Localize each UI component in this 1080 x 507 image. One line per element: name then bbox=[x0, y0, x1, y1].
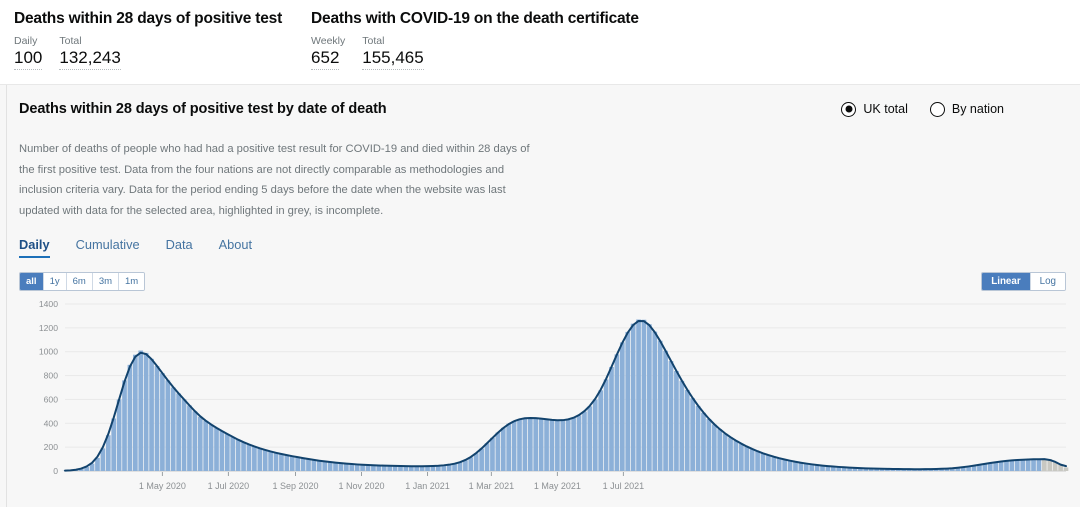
metric-figure-total: Total 155,465 bbox=[362, 35, 424, 70]
scale-button-log[interactable]: Log bbox=[1030, 273, 1065, 290]
chart-tabs: Daily Cumulative Data About bbox=[19, 237, 1066, 258]
metric-figure-value: 155,465 bbox=[362, 48, 424, 70]
svg-text:800: 800 bbox=[44, 371, 59, 381]
range-button-3m[interactable]: 3m bbox=[92, 273, 120, 290]
metric-figure-label: Total bbox=[59, 35, 82, 47]
tab-about[interactable]: About bbox=[219, 237, 252, 258]
radio-unselected-icon bbox=[929, 101, 945, 117]
area-selector: UK total By nation bbox=[841, 101, 1066, 117]
svg-text:1 May 2021: 1 May 2021 bbox=[534, 481, 581, 491]
chart-svg: 0 200 400 600 800 1000 1200 1400 1 May 2020 1 Jul… bbox=[39, 299, 1069, 491]
svg-text:1 May 2020: 1 May 2020 bbox=[139, 481, 186, 491]
page-title: Deaths within 28 days of positive test b… bbox=[19, 101, 387, 117]
metric-figure-value: 132,243 bbox=[59, 48, 121, 70]
range-button-1m[interactable]: 1m bbox=[119, 273, 145, 290]
metric-figure-weekly: Weekly 652 bbox=[311, 35, 345, 70]
metric-figures: Daily 100 Total 132,243 bbox=[14, 35, 282, 70]
deaths-chart[interactable]: 0 200 400 600 800 1000 1200 1400 1 May 2020 1 Jul… bbox=[19, 296, 1074, 501]
tab-cumulative[interactable]: Cumulative bbox=[76, 237, 140, 258]
scale-toggle: Linear Log bbox=[981, 271, 1066, 291]
svg-text:1 Nov 2020: 1 Nov 2020 bbox=[338, 481, 384, 491]
svg-text:600: 600 bbox=[44, 394, 59, 404]
metric-title: Deaths within 28 days of positive test bbox=[14, 10, 283, 27]
svg-text:0: 0 bbox=[53, 466, 58, 476]
summary-header: Deaths within 28 days of positive test D… bbox=[0, 0, 1080, 84]
metric-figure-value: 100 bbox=[14, 48, 43, 70]
radio-by-nation[interactable]: By nation bbox=[929, 101, 1004, 117]
metric-figure-label: Total bbox=[362, 35, 385, 47]
range-button-all[interactable]: all bbox=[20, 273, 44, 290]
range-button-6m[interactable]: 6m bbox=[66, 273, 93, 290]
metric-title: Deaths with COVID-19 on the death certif… bbox=[311, 10, 639, 27]
svg-text:1 Jul 2021: 1 Jul 2021 bbox=[603, 481, 645, 491]
metric-card-deaths-28-days: Deaths within 28 days of positive test D… bbox=[14, 10, 282, 84]
radio-uk-total[interactable]: UK total bbox=[841, 101, 908, 117]
chart-panel: Deaths within 28 days of positive test b… bbox=[0, 84, 1080, 507]
tab-daily[interactable]: Daily bbox=[19, 237, 50, 258]
svg-text:1 Jan 2021: 1 Jan 2021 bbox=[405, 481, 450, 491]
radio-label: UK total bbox=[863, 102, 908, 116]
chart-description: Number of deaths of people who had had a… bbox=[19, 143, 530, 217]
svg-text:1400: 1400 bbox=[39, 299, 58, 309]
svg-text:1 Mar 2021: 1 Mar 2021 bbox=[469, 481, 515, 491]
range-button-1y[interactable]: 1y bbox=[43, 273, 67, 290]
metric-figure-label: Weekly bbox=[311, 35, 346, 47]
svg-text:1200: 1200 bbox=[39, 323, 58, 333]
svg-text:1 Jul 2020: 1 Jul 2020 bbox=[208, 481, 250, 491]
metric-card-death-certificate: Deaths with COVID-19 on the death certif… bbox=[311, 10, 639, 84]
radio-selected-icon bbox=[841, 101, 857, 117]
time-range-selector: all 1y 6m 3m 1m bbox=[19, 272, 146, 291]
svg-text:1000: 1000 bbox=[39, 347, 58, 357]
scale-button-linear[interactable]: Linear bbox=[982, 273, 1031, 290]
metric-figure-daily: Daily 100 bbox=[14, 35, 43, 70]
radio-label: By nation bbox=[951, 102, 1004, 116]
svg-text:200: 200 bbox=[44, 442, 59, 452]
svg-text:1 Sep 2020: 1 Sep 2020 bbox=[272, 481, 318, 491]
panel-header: Deaths within 28 days of positive test b… bbox=[19, 101, 1066, 117]
metric-figure-value: 652 bbox=[311, 48, 340, 70]
tab-data[interactable]: Data bbox=[166, 237, 193, 258]
metric-figure-label: Daily bbox=[14, 35, 38, 47]
metric-figures: Weekly 652 Total 155,465 bbox=[311, 35, 639, 70]
metric-figure-total: Total 132,243 bbox=[59, 35, 121, 70]
svg-text:400: 400 bbox=[44, 418, 59, 428]
chart-controls: all 1y 6m 3m 1m Linear Log bbox=[19, 271, 1066, 291]
